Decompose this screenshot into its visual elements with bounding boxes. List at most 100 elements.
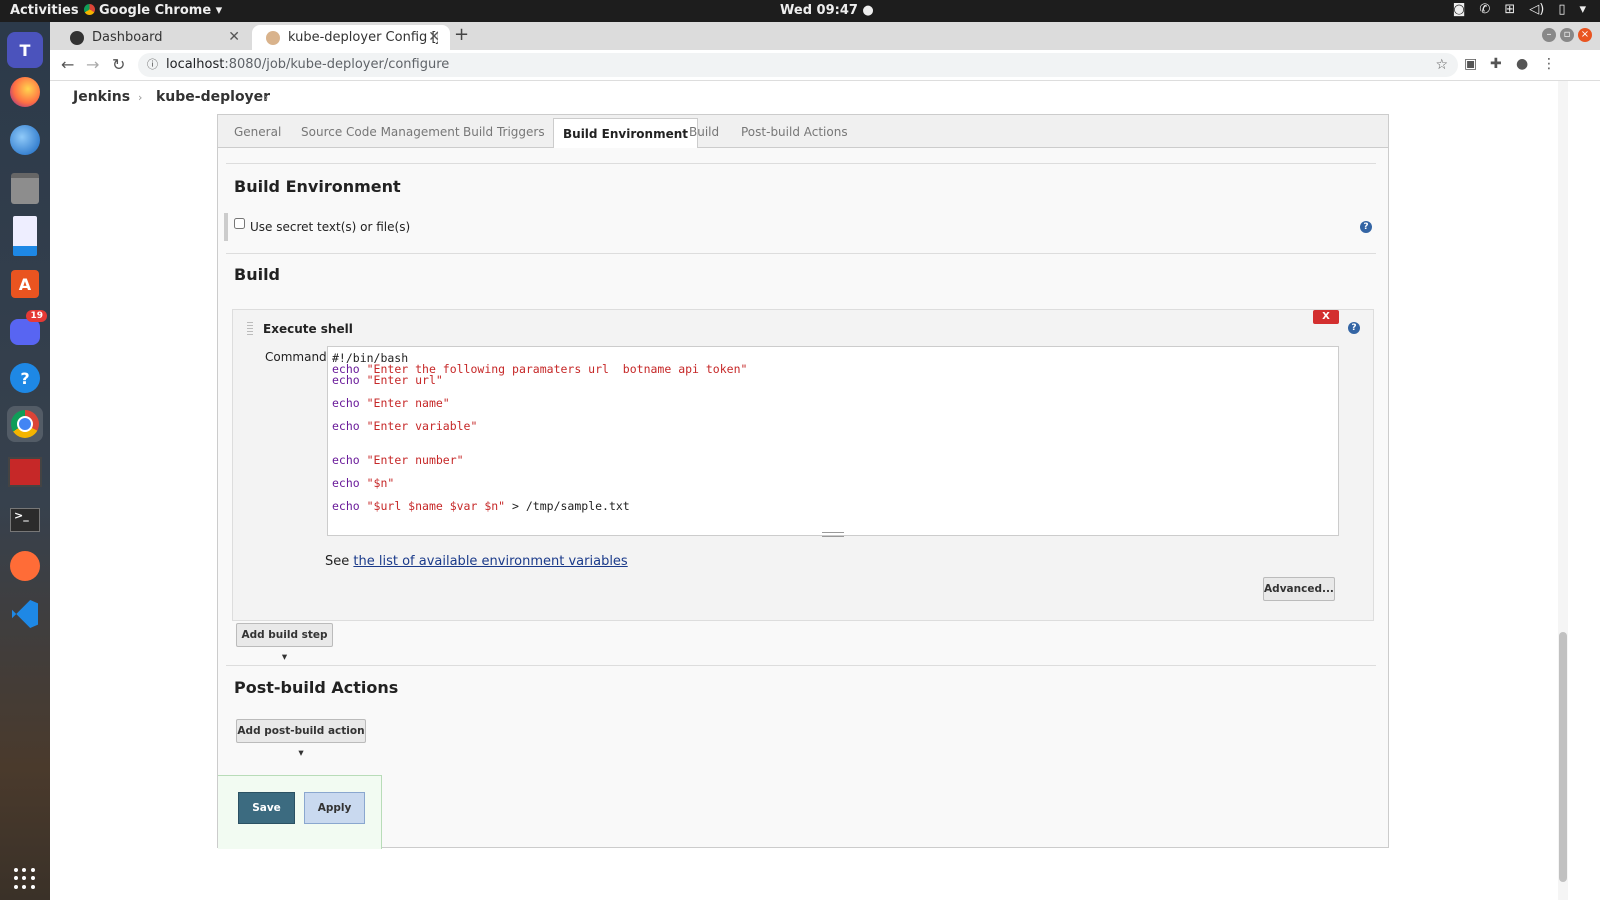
postman-icon[interactable] xyxy=(7,548,43,584)
thunderbird-icon[interactable] xyxy=(7,122,43,158)
tab-kube-deployer-config[interactable]: kube-deployer Config [Je ✕ xyxy=(252,25,450,50)
chevron-right-icon[interactable]: › xyxy=(264,91,268,104)
system-tray[interactable]: ◙ ✆ ⊞ ◁) ▯ ▾ xyxy=(1453,2,1586,17)
env-vars-hint: See the list of available environment va… xyxy=(325,554,628,569)
tab-post-build-actions[interactable]: Post-build Actions xyxy=(741,125,848,139)
apply-button[interactable]: Apply xyxy=(304,792,365,824)
url-path: :8080/job/kube-deployer/configure xyxy=(224,57,450,72)
accessibility-icon[interactable]: ✆ xyxy=(1479,2,1490,17)
url-host: localhost xyxy=(166,57,225,72)
new-tab-button[interactable]: + xyxy=(454,24,469,45)
scrollbar-thumb[interactable] xyxy=(1559,632,1567,882)
config-tabs: General Source Code Management Build Tri… xyxy=(218,115,1388,148)
terminal-icon[interactable]: >_ xyxy=(7,502,43,538)
software-center-icon[interactable]: A xyxy=(7,266,43,302)
profile-icon[interactable]: ● xyxy=(1516,56,1528,72)
env-vars-link[interactable]: the list of available environment variab… xyxy=(353,554,627,569)
site-info-icon[interactable]: ⓘ xyxy=(147,53,158,77)
delete-step-button[interactable]: X xyxy=(1313,310,1339,324)
advanced-button[interactable]: Advanced... xyxy=(1263,577,1335,601)
extensions-icon[interactable]: ✚ xyxy=(1490,56,1502,72)
build-title: Build xyxy=(234,265,281,284)
clock[interactable]: Wed 09:47 ● xyxy=(780,3,874,18)
bookmark-star-icon[interactable]: ☆ xyxy=(1435,53,1448,77)
see-text: See xyxy=(325,554,354,569)
github-icon xyxy=(70,30,84,45)
divider xyxy=(226,163,1376,164)
tab-label: kube-deployer Config [Je xyxy=(288,30,438,45)
minimize-button[interactable]: – xyxy=(1542,28,1556,42)
divider xyxy=(226,253,1376,254)
app-menu[interactable]: Google Chrome ▾ xyxy=(84,3,222,18)
add-post-build-action-button[interactable]: Add post-build action ▾ xyxy=(236,719,366,759)
add-build-step-button[interactable]: Add build step ▾ xyxy=(236,623,333,663)
command-textarea[interactable]: #!/bin/bash echo "Enter the following pa… xyxy=(327,346,1339,537)
notification-badge: 19 xyxy=(26,310,47,322)
code-line: echo "Enter number" xyxy=(332,453,464,467)
app-icon[interactable] xyxy=(7,454,43,490)
cast-icon[interactable]: ▣ xyxy=(1464,56,1477,72)
save-bar: Save Apply xyxy=(218,775,382,849)
writer-icon[interactable] xyxy=(7,216,43,256)
tab-build-environment[interactable]: Build Environment xyxy=(553,118,698,148)
show-apps-icon[interactable] xyxy=(14,868,36,890)
close-window-button[interactable]: × xyxy=(1578,28,1592,42)
close-tab-icon[interactable]: ✕ xyxy=(228,29,240,45)
tab-general[interactable]: General xyxy=(234,125,281,139)
network-icon[interactable]: ⊞ xyxy=(1504,2,1515,17)
battery-icon[interactable]: ▯ xyxy=(1558,2,1565,17)
activities-button[interactable]: Activities xyxy=(10,3,79,18)
secret-row: Use secret text(s) or file(s) xyxy=(224,213,1378,241)
reload-icon[interactable]: ↻ xyxy=(112,55,125,74)
system-menu-icon[interactable]: ▾ xyxy=(1579,2,1586,17)
step-title: Execute shell xyxy=(263,322,353,336)
code-line: echo "$url $name $var $n" > /tmp/sample.… xyxy=(332,499,630,513)
help-icon[interactable]: ? xyxy=(1360,221,1372,233)
code-line: echo "Enter variable" xyxy=(332,419,478,433)
code-line: echo "Enter name" xyxy=(332,396,450,410)
divider xyxy=(226,665,1376,666)
breadcrumb-jenkins[interactable]: Jenkins xyxy=(73,89,130,105)
post-build-actions-title: Post-build Actions xyxy=(234,678,399,697)
dock: T A 19 ? >_ xyxy=(0,22,50,900)
forward-icon[interactable]: → xyxy=(86,55,99,74)
help-icon[interactable]: ? xyxy=(7,360,43,396)
vscode-icon[interactable] xyxy=(7,596,43,632)
address-bar-row: ← → ↻ ⓘ localhost:8080/job/kube-deployer… xyxy=(50,50,1600,81)
files-icon[interactable] xyxy=(7,170,43,206)
execute-shell-step: Execute shell X Command #!/bin/bash echo… xyxy=(232,309,1374,621)
menu-icon[interactable]: ⋮ xyxy=(1542,56,1556,72)
save-button[interactable]: Save xyxy=(238,792,295,824)
resize-handle[interactable] xyxy=(822,532,844,537)
code-line: echo "$n" xyxy=(332,476,395,490)
use-secret-checkbox[interactable] xyxy=(234,218,245,229)
tab-strip: Dashboard ✕ kube-deployer Config [Je ✕ +… xyxy=(50,22,1600,50)
chrome-icon[interactable] xyxy=(7,406,43,442)
teams-icon[interactable]: T xyxy=(7,32,43,68)
jenkins-icon xyxy=(266,30,280,45)
drag-handle-icon[interactable] xyxy=(247,322,253,336)
tab-label: Dashboard xyxy=(92,30,163,45)
build-environment-title: Build Environment xyxy=(234,177,401,196)
maximize-button[interactable]: ▫ xyxy=(1560,28,1574,42)
tab-dashboard[interactable]: Dashboard ✕ xyxy=(56,25,250,50)
back-icon[interactable]: ← xyxy=(61,55,74,74)
command-label: Command xyxy=(265,350,327,364)
firefox-icon[interactable] xyxy=(7,74,43,110)
use-secret-label[interactable]: Use secret text(s) or file(s) xyxy=(250,220,410,234)
chrome-icon xyxy=(84,4,95,15)
chevron-right-icon: › xyxy=(138,91,143,104)
discord-icon[interactable]: 19 xyxy=(7,310,47,350)
discord-tray-icon[interactable]: ◙ xyxy=(1453,2,1466,17)
app-name: Google Chrome xyxy=(99,3,212,18)
tab-build[interactable]: Build xyxy=(689,125,719,139)
tab-source-code-management[interactable]: Source Code Management xyxy=(301,125,460,139)
breadcrumb-kube-deployer[interactable]: kube-deployer xyxy=(156,89,270,105)
close-tab-icon[interactable]: ✕ xyxy=(428,29,440,45)
url-input[interactable]: ⓘ localhost:8080/job/kube-deployer/confi… xyxy=(138,53,1458,77)
config-panel: General Source Code Management Build Tri… xyxy=(217,114,1389,849)
volume-icon[interactable]: ◁) xyxy=(1529,2,1544,17)
code-line: echo "Enter url" xyxy=(332,373,443,387)
help-icon[interactable]: ? xyxy=(1348,322,1360,334)
tab-build-triggers[interactable]: Build Triggers xyxy=(463,125,545,139)
